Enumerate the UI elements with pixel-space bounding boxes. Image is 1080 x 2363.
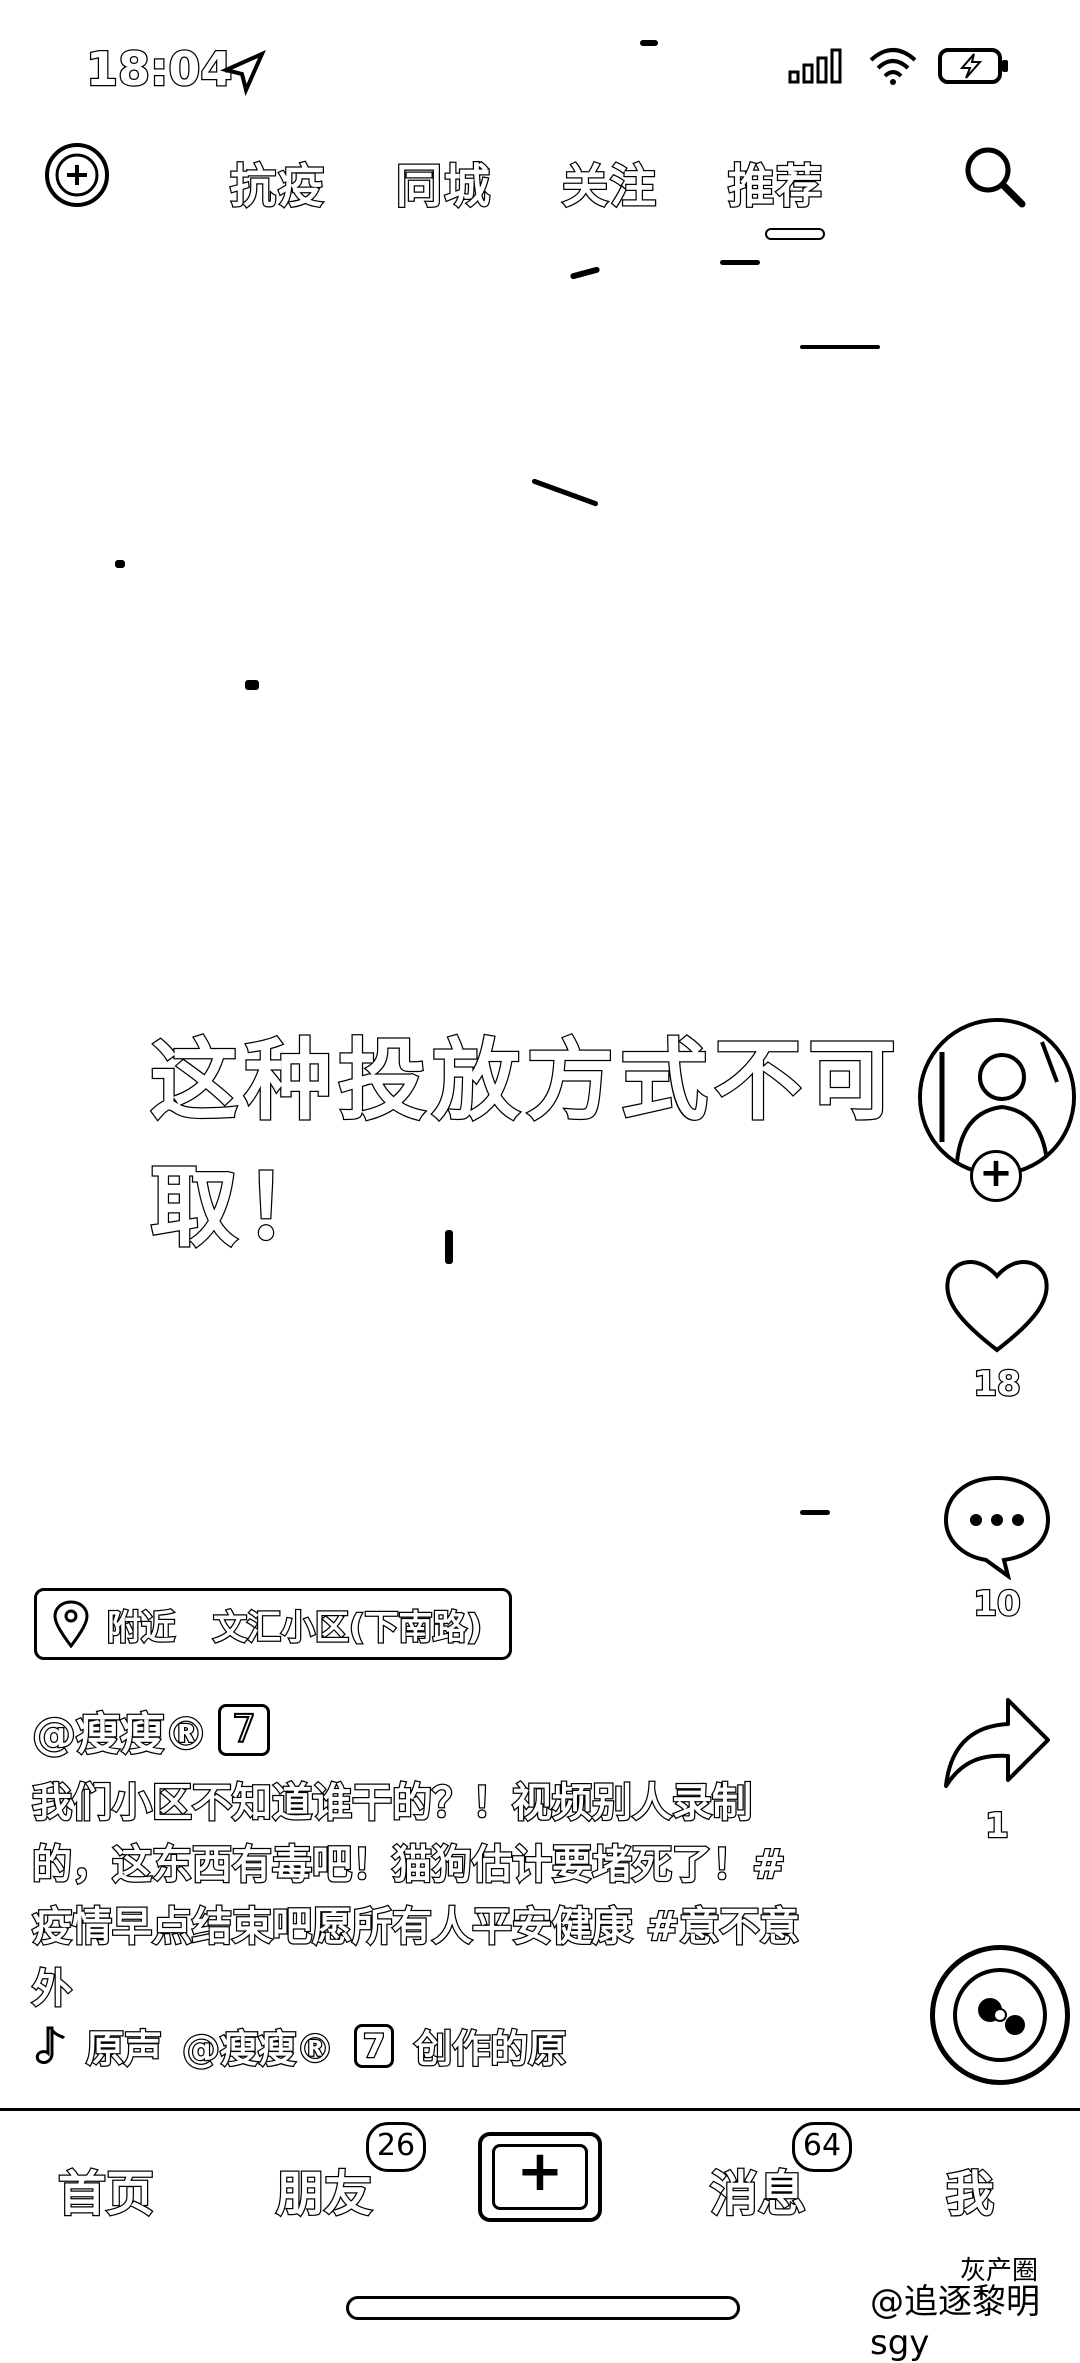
music-note-icon	[35, 2026, 66, 2064]
share-icon[interactable]	[938, 1690, 1056, 1800]
plus-icon: +	[516, 2139, 564, 2204]
wifi-icon	[869, 48, 917, 85]
signal-icon	[788, 48, 842, 84]
tab-recommended[interactable]: 推荐	[727, 150, 824, 216]
location-pin-icon	[53, 1600, 89, 1648]
follow-button[interactable]: +	[970, 1150, 1022, 1202]
music-label: 原声	[85, 2026, 164, 2073]
add-circle-icon[interactable]	[42, 140, 112, 210]
share-count: 1	[984, 1805, 1010, 1848]
status-icons	[788, 46, 1010, 86]
feed-tabs: 抗疫 同城 关注 推荐	[229, 150, 824, 216]
location-name: 文汇小区(下南路)	[212, 1606, 484, 1649]
author-badge: 7	[218, 1704, 270, 1756]
search-icon[interactable]	[958, 140, 1030, 212]
nav-me[interactable]: 我	[945, 2154, 996, 2224]
create-button[interactable]: +	[478, 2132, 602, 2222]
messages-badge: 64	[792, 2122, 852, 2172]
battery-charging-icon	[938, 48, 1008, 84]
tab-anti-epidemic[interactable]: 抗疫	[229, 150, 326, 216]
active-tab-indicator	[765, 228, 825, 240]
author-name[interactable]: @瘦瘦®	[31, 1698, 210, 1762]
location-arrow-icon	[220, 50, 266, 96]
location-prefix: 附近	[106, 1606, 177, 1649]
friends-badge: 26	[366, 2122, 426, 2172]
top-navigation: 抗疫 同城 关注 推荐	[0, 140, 1080, 240]
tab-following[interactable]: 关注	[561, 150, 658, 216]
comment-icon[interactable]	[938, 1470, 1056, 1580]
nav-friends[interactable]: 朋友	[275, 2154, 374, 2224]
music-badge: 7	[354, 2023, 395, 2068]
music-disc-icon	[953, 1968, 1047, 2062]
heart-icon[interactable]	[938, 1250, 1056, 1360]
music-disc[interactable]	[930, 1945, 1070, 2085]
bottom-divider	[0, 2108, 1080, 2111]
music-author: @瘦瘦®	[181, 2026, 336, 2073]
music-suffix: 创作的原	[413, 2026, 568, 2073]
nav-messages[interactable]: 消息	[709, 2154, 808, 2224]
location-tag[interactable]: 附近 文汇小区(下南路)	[34, 1588, 512, 1660]
nav-home[interactable]: 首页	[57, 2154, 156, 2224]
comment-count: 10	[972, 1583, 1022, 1626]
post-description: 我们小区不知道谁干的？！视频别人录制的，这东西有毒吧！猫狗估计要堵死了！#疫情早…	[31, 1779, 801, 2014]
home-indicator[interactable]	[346, 2296, 740, 2320]
tab-local[interactable]: 同城	[395, 150, 492, 216]
like-count: 18	[972, 1363, 1022, 1406]
author-row[interactable]: @瘦瘦® 7	[31, 1698, 270, 1762]
bottom-navigation: 首页 朋友 26 + 消息 64 我	[0, 2120, 1080, 2250]
status-time: 18:04	[85, 41, 234, 98]
music-line[interactable]: 原声 @瘦瘦® 7 创作的原	[32, 2018, 568, 2073]
watermark: @追逐黎明sgy	[870, 2282, 1040, 2363]
